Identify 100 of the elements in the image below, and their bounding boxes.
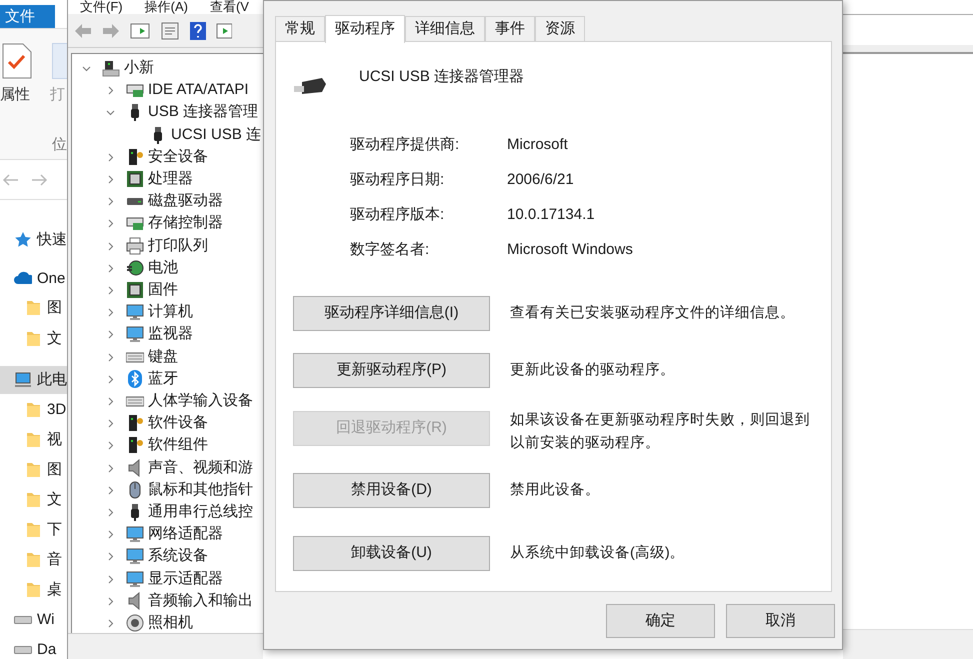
- tree-item[interactable]: 网络适配器: [148, 523, 223, 546]
- tab[interactable]: 驱动程序: [325, 15, 405, 43]
- tree-item[interactable]: 小新: [124, 57, 154, 79]
- chevron-right-icon: [106, 397, 115, 406]
- chevron-right-icon: [106, 264, 115, 273]
- tree-item[interactable]: 声音、视频和游: [148, 456, 253, 479]
- usb-plug-icon: [294, 78, 328, 96]
- tree-item[interactable]: 人体学输入设备: [148, 390, 253, 412]
- monitor-icon: [126, 570, 144, 588]
- device-name: UCSI USB 连接器管理器: [359, 67, 524, 87]
- tab[interactable]: 事件: [485, 16, 535, 42]
- panel-icon: [216, 22, 232, 40]
- tree-item[interactable]: 软件组件: [148, 434, 208, 456]
- nav-item[interactable]: 图: [0, 456, 67, 484]
- tree-item[interactable]: 显示适配器: [148, 568, 223, 590]
- dialog-button[interactable]: 确定: [606, 604, 715, 638]
- tower-icon: [126, 148, 144, 166]
- action-description: 更新此设备的驱动程序。: [510, 360, 676, 380]
- nav-item[interactable]: 下: [0, 516, 67, 544]
- tree-item[interactable]: USB 连接器管理: [148, 101, 258, 124]
- nav-item[interactable]: One: [0, 265, 67, 293]
- chevron-right-icon: [106, 330, 115, 340]
- monitor-icon: [126, 525, 144, 544]
- action-button[interactable]: 禁用设备(D): [293, 473, 490, 508]
- tree-item[interactable]: IDE ATA/ATAPI: [148, 79, 249, 102]
- chevron-right-icon: [106, 374, 115, 384]
- action-description: 禁用此设备。: [510, 481, 601, 500]
- menu-item[interactable]: 文件(F): [80, 0, 123, 14]
- chevron-right-icon: [106, 352, 115, 362]
- tree-item[interactable]: 通用串行总线控: [148, 501, 253, 523]
- nav-item[interactable]: 3D: [0, 396, 67, 424]
- action-button: 回退驱动程序(R): [293, 411, 490, 446]
- tab[interactable]: 详细信息: [405, 16, 485, 42]
- nav-item[interactable]: 图: [0, 294, 67, 322]
- action-description: 如果该设备在更新驱动程序时失败，则回退到以前安装的驱动程序。: [510, 410, 811, 453]
- back-arrow-icon: [74, 22, 92, 38]
- tree-item[interactable]: 照相机: [148, 612, 193, 633]
- monitor-icon: [126, 325, 144, 344]
- tree-item[interactable]: 安全设备: [148, 146, 208, 168]
- help-icon: [190, 22, 206, 40]
- ribbon-tab[interactable]: 文件: [0, 5, 55, 28]
- nav-item[interactable]: Da: [0, 636, 67, 659]
- tree-item[interactable]: 音频输入和输出: [148, 590, 253, 612]
- chevron-right-icon: [106, 441, 115, 450]
- action-button[interactable]: 卸载设备(U): [293, 536, 490, 571]
- computer-icon: [102, 59, 120, 77]
- tab[interactable]: 常规: [275, 16, 325, 42]
- tree-item[interactable]: UCSI USB 连: [171, 124, 262, 146]
- tree-item[interactable]: 软件设备: [148, 412, 208, 434]
- folder-icon: [24, 431, 42, 449]
- dialog-button[interactable]: 取消: [726, 604, 835, 638]
- nav-item[interactable]: 文: [0, 325, 67, 353]
- nav-item[interactable]: 此电: [0, 366, 67, 394]
- tree-item[interactable]: 键盘: [148, 346, 178, 368]
- chevron-right-icon: [106, 197, 115, 206]
- action-button[interactable]: 更新驱动程序(P): [293, 353, 490, 388]
- menu-item[interactable]: 操作(A): [144, 0, 188, 14]
- folder-icon: [24, 461, 42, 479]
- tab[interactable]: 资源: [535, 16, 585, 42]
- field-label: 驱动程序版本:: [350, 205, 444, 225]
- tree-item[interactable]: 监视器: [148, 323, 193, 346]
- nav-item[interactable]: 视: [0, 426, 67, 454]
- menu-item[interactable]: 查看(V: [210, 0, 249, 14]
- folder-icon: [24, 521, 42, 539]
- chevron-right-icon: [106, 574, 115, 584]
- tree-item[interactable]: 磁盘驱动器: [148, 190, 223, 212]
- folder-icon: [24, 581, 42, 599]
- tree-item[interactable]: 存储控制器: [148, 212, 223, 234]
- tree-item[interactable]: 系统设备: [148, 545, 208, 568]
- ribbon-button[interactable]: 属性: [0, 84, 30, 106]
- action-button[interactable]: 驱动程序详细信息(I): [293, 296, 490, 331]
- chevron-right-icon: [106, 508, 115, 517]
- tree-item[interactable]: 处理器: [148, 168, 193, 190]
- chevron-down-icon: [106, 108, 115, 118]
- bluetooth-icon: [126, 370, 144, 388]
- tree-item[interactable]: 鼠标和其他指针: [148, 478, 253, 501]
- tower-icon: [126, 414, 144, 432]
- drive-icon: [14, 616, 32, 624]
- folder-icon: [24, 551, 42, 569]
- chevron-right-icon: [106, 175, 115, 184]
- chevron-right-icon: [106, 286, 115, 295]
- chevron-down-icon: [82, 64, 91, 73]
- nav-item[interactable]: Wi: [0, 606, 67, 634]
- action-description: 查看有关已安装驱动程序文件的详细信息。: [510, 304, 796, 323]
- nav-item[interactable]: 文: [0, 486, 67, 514]
- nav-item[interactable]: 音: [0, 546, 67, 574]
- nav-item[interactable]: 快速: [0, 226, 67, 254]
- tower-icon: [126, 436, 144, 454]
- chevron-right-icon: [106, 464, 115, 473]
- tree-item[interactable]: 打印队列: [148, 234, 208, 257]
- action-description: 从系统中卸载设备(高级)。: [510, 544, 686, 563]
- tree-item[interactable]: 固件: [148, 279, 178, 301]
- tree-item[interactable]: 计算机: [148, 301, 193, 324]
- camera-icon: [126, 614, 144, 632]
- chevron-right-icon: [106, 552, 115, 562]
- nav-item[interactable]: 桌: [0, 576, 67, 604]
- tree-item[interactable]: 蓝牙: [148, 368, 178, 390]
- folder-icon: [24, 491, 42, 509]
- forward-arrow-icon: [32, 174, 48, 186]
- tree-item[interactable]: 电池: [148, 256, 178, 279]
